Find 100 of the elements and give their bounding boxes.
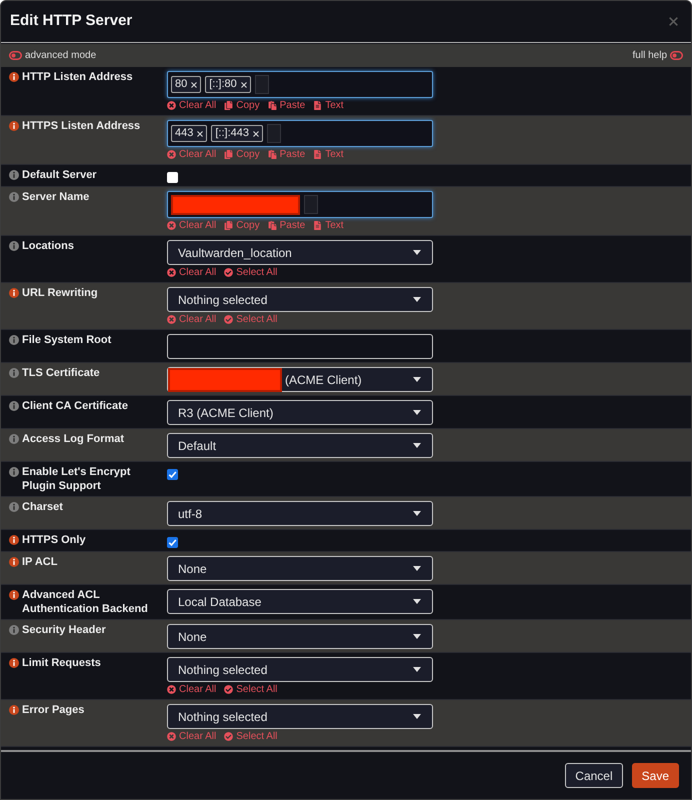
info-icon[interactable] xyxy=(9,535,19,545)
paste-link[interactable]: Paste xyxy=(268,99,306,112)
select-dropdown[interactable]: utf-8 xyxy=(167,501,433,526)
select-dropdown[interactable]: Local Database xyxy=(167,589,433,614)
clear-all-link[interactable]: Clear All xyxy=(167,730,216,743)
input-field[interactable] xyxy=(254,75,269,94)
tag-input-field[interactable]: 443 [::]:443 xyxy=(167,120,433,147)
caret-icon xyxy=(413,443,421,448)
field-label: Error Pages xyxy=(22,703,84,717)
copy-link[interactable]: Copy xyxy=(224,99,260,112)
clear-all-link[interactable]: Clear All xyxy=(167,313,216,326)
cancel-button[interactable]: Cancel xyxy=(565,763,623,788)
tag-chip[interactable]: 80 xyxy=(171,76,202,93)
field-label: URL Rewriting xyxy=(22,286,98,300)
select-all-link[interactable]: Select All xyxy=(224,683,278,696)
field-label: Advanced ACL Authentication Backend xyxy=(22,588,149,616)
info-icon[interactable] xyxy=(9,121,19,131)
input-field[interactable] xyxy=(304,195,318,214)
field-label: IP ACL xyxy=(22,555,58,569)
tag-input-field[interactable]: 80 [::]:80 xyxy=(167,71,433,98)
caret-icon xyxy=(413,714,421,719)
copy-link[interactable]: Copy xyxy=(224,148,260,161)
info-icon[interactable] xyxy=(9,72,19,82)
caret-icon xyxy=(413,250,421,255)
remove-icon[interactable] xyxy=(253,130,259,136)
copy-icon xyxy=(224,101,234,110)
clipboard-icon xyxy=(268,221,277,230)
tag-chip[interactable]: 443 xyxy=(171,125,208,142)
select-dropdown[interactable]: None xyxy=(167,556,433,581)
select-dropdown[interactable]: Vaultwarden_location xyxy=(167,240,433,265)
remove-icon[interactable] xyxy=(191,82,198,88)
field-label: TLS Certificate xyxy=(22,366,100,380)
remove-icon[interactable] xyxy=(240,82,247,88)
paste-link[interactable]: Paste xyxy=(268,219,306,232)
info-icon[interactable] xyxy=(9,557,19,567)
clipboard-icon xyxy=(268,101,277,110)
paste-link[interactable]: Paste xyxy=(268,148,306,161)
select-dropdown[interactable]: None xyxy=(167,624,433,649)
info-icon[interactable] xyxy=(9,705,19,715)
field-label: HTTPS Listen Address xyxy=(22,119,140,133)
caret-icon xyxy=(413,511,421,516)
text-link[interactable]: Text xyxy=(313,219,344,232)
caret-icon xyxy=(413,634,421,639)
tag-chip[interactable]: [::]:80 xyxy=(205,76,251,93)
caret-icon xyxy=(413,377,421,382)
field-label: Client CA Certificate xyxy=(22,399,128,413)
full-help-toggle[interactable]: full help xyxy=(632,50,683,62)
copy-icon xyxy=(224,150,234,159)
tag-chip[interactable]: [::]:443 xyxy=(211,125,263,142)
close-icon xyxy=(668,17,678,26)
save-button[interactable]: Save xyxy=(632,763,679,788)
text-link[interactable]: Text xyxy=(313,99,344,112)
select-all-link[interactable]: Select All xyxy=(224,313,278,326)
copy-link[interactable]: Copy xyxy=(224,219,260,232)
select-all-link[interactable]: Select All xyxy=(224,266,278,279)
field-label: HTTPS Only xyxy=(22,533,86,547)
field-label: HTTP Listen Address xyxy=(22,70,133,84)
select-all-link[interactable]: Select All xyxy=(224,730,278,743)
caret-icon xyxy=(413,297,421,302)
field-label: Enable Let's Encrypt Plugin Support xyxy=(22,465,132,493)
field-label: Limit Requests xyxy=(22,656,101,670)
clear-all-link[interactable]: Clear All xyxy=(167,266,216,279)
input-field[interactable] xyxy=(267,124,281,143)
clear-all-link[interactable]: Clear All xyxy=(167,683,216,696)
checkbox[interactable] xyxy=(167,469,178,480)
field-label: Default Server xyxy=(22,168,97,182)
field-label: Access Log Format xyxy=(22,432,124,446)
text-link[interactable]: Text xyxy=(313,148,344,161)
checkbox[interactable] xyxy=(167,537,178,548)
caret-icon xyxy=(413,566,421,571)
caret-icon xyxy=(413,667,421,672)
caret-icon xyxy=(413,599,421,604)
select-dropdown[interactable]: (ACME Client) xyxy=(167,367,433,392)
field-label: Locations xyxy=(22,239,74,253)
info-icon[interactable] xyxy=(9,658,19,668)
select-dropdown[interactable]: Nothing selected xyxy=(167,704,433,729)
clear-all-link[interactable]: Clear All xyxy=(167,219,216,232)
remove-icon[interactable] xyxy=(197,130,204,136)
document-icon xyxy=(313,150,322,159)
field-label: File System Root xyxy=(22,333,112,347)
copy-icon xyxy=(224,221,234,230)
clear-all-link[interactable]: Clear All xyxy=(167,99,216,112)
field-label: Server Name xyxy=(22,190,90,204)
select-dropdown[interactable]: Default xyxy=(167,433,433,458)
field-label: Charset xyxy=(22,500,63,514)
checkbox[interactable] xyxy=(167,172,178,183)
select-dropdown[interactable]: R3 (ACME Client) xyxy=(167,400,433,425)
text-input-field[interactable] xyxy=(167,334,433,359)
clipboard-icon xyxy=(268,150,277,159)
info-icon[interactable] xyxy=(9,590,19,600)
document-icon xyxy=(313,101,322,110)
info-icon[interactable] xyxy=(9,288,19,298)
clear-all-link[interactable]: Clear All xyxy=(167,148,216,161)
dialog-title: Edit HTTP Server xyxy=(10,11,132,32)
select-dropdown[interactable]: Nothing selected xyxy=(167,287,433,312)
select-dropdown[interactable]: Nothing selected xyxy=(167,657,433,682)
tag-input-field[interactable] xyxy=(167,191,433,218)
advanced-mode-toggle[interactable]: advanced mode xyxy=(9,50,96,62)
close-button[interactable] xyxy=(667,16,679,28)
document-icon xyxy=(313,221,322,230)
